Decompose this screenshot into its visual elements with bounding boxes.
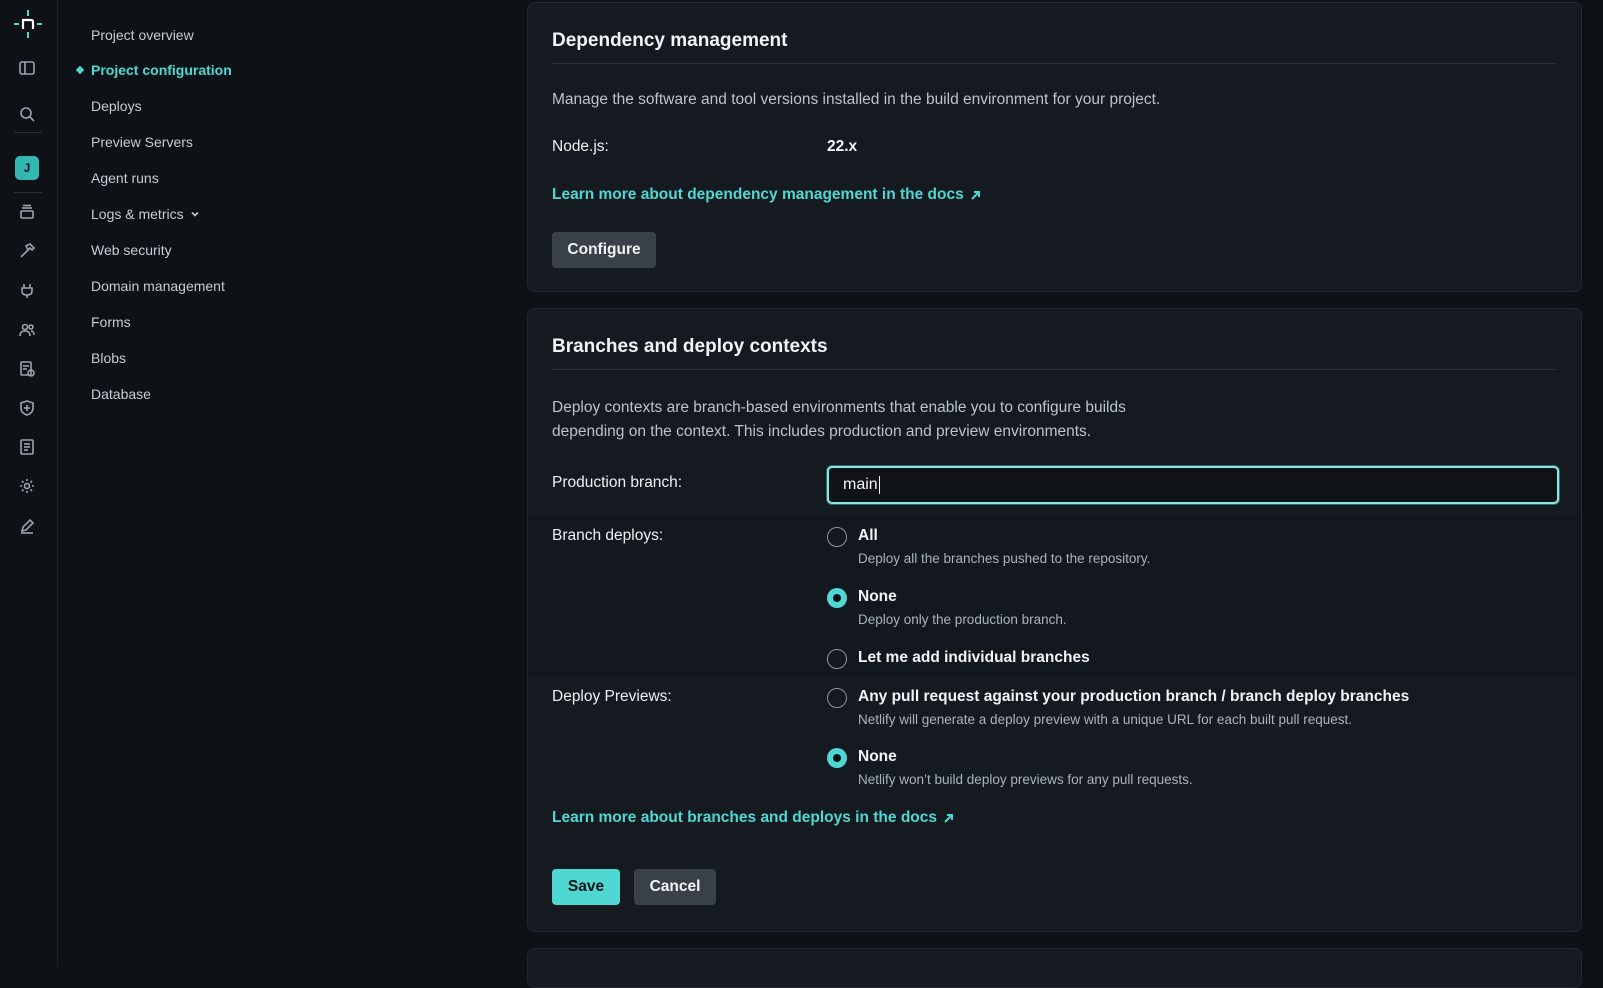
icon-rail: J xyxy=(0,0,58,967)
radio-button-selected[interactable] xyxy=(827,748,847,768)
cancel-button[interactable]: Cancel xyxy=(634,869,716,905)
sidebar-item-database[interactable]: Database xyxy=(91,386,151,402)
dependency-management-card: Dependency management Manage the softwar… xyxy=(527,2,1582,292)
section-title: Branches and deploy contexts xyxy=(552,336,828,357)
external-arrow-icon xyxy=(970,190,980,200)
netlify-logo-icon[interactable] xyxy=(12,8,44,40)
team-icon[interactable] xyxy=(16,319,38,341)
deploy-previews-label: Deploy Previews: xyxy=(552,688,672,705)
option-description: Deploy only the production branch. xyxy=(858,612,1067,627)
divider xyxy=(552,369,1557,370)
active-indicator xyxy=(75,65,85,75)
sidebar-item-label: Project configuration xyxy=(91,62,232,78)
rail-divider xyxy=(14,192,42,193)
link-label: Learn more about dependency management i… xyxy=(552,186,964,203)
sidebar-item-label: Project overview xyxy=(91,27,194,43)
sidebar-item-label: Database xyxy=(91,386,151,402)
external-arrow-icon xyxy=(944,813,953,823)
option-title: None xyxy=(858,748,897,765)
gear-icon[interactable] xyxy=(16,475,38,497)
chevron-down-icon xyxy=(191,211,199,217)
section-description-line2: depending on the context. This includes … xyxy=(552,423,1092,440)
production-branch-label: Production branch: xyxy=(552,474,683,491)
sidebar-item-label: Web security xyxy=(91,242,172,258)
radio-button-selected[interactable] xyxy=(827,588,847,608)
sidebar-item-agent-runs[interactable]: Agent runs xyxy=(91,170,159,186)
sidebar-item-web-security[interactable]: Web security xyxy=(91,242,172,258)
rail-divider xyxy=(14,132,42,133)
branch-deploys-label: Branch deploys: xyxy=(552,527,664,544)
section-title: Dependency management xyxy=(552,30,788,51)
next-section-card xyxy=(527,948,1582,988)
avatar[interactable]: J xyxy=(15,156,39,180)
edit-icon[interactable] xyxy=(16,515,38,537)
sidebar-item-label: Domain management xyxy=(91,278,225,294)
sidebar-item-label: Preview Servers xyxy=(91,134,193,150)
radio-button[interactable] xyxy=(827,527,847,547)
sidebar-item-label: Blobs xyxy=(91,350,127,366)
radio-button[interactable] xyxy=(827,649,847,669)
section-description: Manage the software and tool versions in… xyxy=(552,91,1161,108)
project-sidebar: Project overview Project configuration D… xyxy=(58,0,528,967)
search-icon[interactable] xyxy=(16,103,38,125)
radio-button[interactable] xyxy=(827,688,847,708)
sidebar-item-forms[interactable]: Forms xyxy=(91,314,131,330)
dependency-docs-link[interactable]: Learn more about dependency management i… xyxy=(552,186,981,204)
sidebar-item-label: Agent runs xyxy=(91,170,159,186)
sidebar-item-logs-metrics[interactable]: Logs & metrics xyxy=(91,206,200,222)
option-description: Netlify won’t build deploy previews for … xyxy=(858,772,1193,787)
option-title: Let me add individual branches xyxy=(858,649,1090,666)
configure-button[interactable]: Configure xyxy=(552,232,656,268)
option-title: None xyxy=(858,588,897,605)
text-caret xyxy=(878,476,880,494)
section-description-line1: Deploy contexts are branch-based environ… xyxy=(552,399,1126,416)
option-title: All xyxy=(858,527,878,544)
production-branch-value: main xyxy=(843,476,878,493)
save-button[interactable]: Save xyxy=(552,869,620,905)
sidebar-item-label: Deploys xyxy=(91,98,142,114)
billing-icon[interactable] xyxy=(16,358,38,380)
link-label: Learn more about branches and deploys in… xyxy=(552,809,937,826)
option-description: Deploy all the branches pushed to the re… xyxy=(858,551,1151,566)
node-label: Node.js: xyxy=(552,138,609,155)
hammer-icon[interactable] xyxy=(16,240,38,262)
sidebar-item-label: Logs & metrics xyxy=(91,206,184,222)
branches-docs-link[interactable]: Learn more about branches and deploys in… xyxy=(552,809,954,827)
sidebar-item-preview-servers[interactable]: Preview Servers xyxy=(91,134,193,150)
sidebar-item-deploys[interactable]: Deploys xyxy=(91,98,142,114)
sidebar-item-blobs[interactable]: Blobs xyxy=(91,350,126,366)
option-title: Any pull request against your production… xyxy=(858,688,1410,705)
sidebar-item-label: Forms xyxy=(91,314,131,330)
sidebar-toggle-icon[interactable] xyxy=(16,57,38,79)
layers-icon[interactable] xyxy=(16,201,38,223)
node-version-value: 22.x xyxy=(827,138,858,155)
shield-icon[interactable] xyxy=(16,397,38,419)
divider xyxy=(552,63,1557,64)
production-branch-input[interactable]: main xyxy=(827,466,1559,504)
sidebar-item-project-overview[interactable]: Project overview xyxy=(91,27,194,43)
sidebar-item-project-configuration[interactable]: Project configuration xyxy=(75,62,232,78)
docs-icon[interactable] xyxy=(16,436,38,458)
branches-deploy-contexts-card: Branches and deploy contexts Deploy cont… xyxy=(527,308,1582,932)
plug-icon[interactable] xyxy=(16,280,38,302)
sidebar-item-domain-management[interactable]: Domain management xyxy=(91,278,225,294)
option-description: Netlify will generate a deploy preview w… xyxy=(858,712,1353,727)
